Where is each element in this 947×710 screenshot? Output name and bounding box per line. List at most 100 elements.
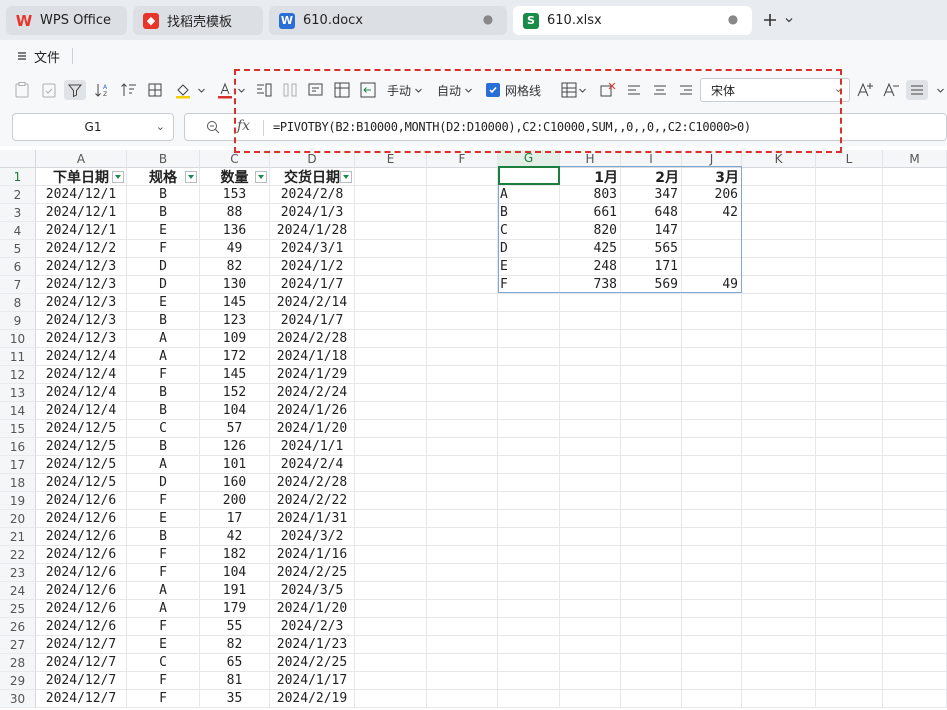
column-header-g[interactable]: G <box>498 150 560 168</box>
table-cell[interactable]: A <box>127 456 200 474</box>
table-cell[interactable]: 2024/3/1 <box>270 240 355 258</box>
pivot-row-label[interactable]: E <box>498 258 560 276</box>
table-cell[interactable]: 2024/1/3 <box>270 204 355 222</box>
filter-button[interactable] <box>64 80 86 100</box>
font-color-button[interactable] <box>214 80 236 100</box>
table-cell[interactable]: 145 <box>200 366 270 384</box>
pivot-value-cell[interactable]: 171 <box>621 258 682 276</box>
row-header[interactable]: 8 <box>0 294 36 312</box>
align-left-button[interactable] <box>624 80 644 100</box>
table-cell[interactable]: 2024/12/1 <box>36 186 127 204</box>
decrease-font-button[interactable] <box>881 80 901 100</box>
table-cell[interactable]: 145 <box>200 294 270 312</box>
table-cell[interactable]: 2024/12/6 <box>36 510 127 528</box>
table-cell[interactable]: 2024/2/24 <box>270 384 355 402</box>
table-cell[interactable]: 152 <box>200 384 270 402</box>
pivot-value-cell[interactable]: 738 <box>560 276 621 294</box>
row-header[interactable]: 22 <box>0 546 36 564</box>
table-cell[interactable]: 2024/12/6 <box>36 546 127 564</box>
row-header[interactable]: 26 <box>0 618 36 636</box>
column-header-f[interactable]: F <box>427 150 498 168</box>
table-cell[interactable]: C <box>127 420 200 438</box>
font-color-dropdown[interactable] <box>236 80 246 100</box>
row-header[interactable]: 25 <box>0 600 36 618</box>
row-header[interactable]: 5 <box>0 240 36 258</box>
row-header[interactable]: 4 <box>0 222 36 240</box>
table-cell[interactable]: B <box>127 438 200 456</box>
table-cell[interactable]: 2024/12/1 <box>36 222 127 240</box>
pivot-value-cell[interactable]: 248 <box>560 258 621 276</box>
table-cell[interactable]: 82 <box>200 258 270 276</box>
filter-dropdown-icon[interactable] <box>112 171 124 183</box>
row-header[interactable]: 28 <box>0 654 36 672</box>
table-cell[interactable]: F <box>127 564 200 582</box>
table-cell[interactable]: F <box>127 366 200 384</box>
table-cell[interactable]: 2024/2/28 <box>270 330 355 348</box>
table-cell[interactable]: E <box>127 222 200 240</box>
table-cell[interactable]: E <box>127 636 200 654</box>
tab-close-icon[interactable]: ● <box>728 12 738 26</box>
table-cell[interactable]: F <box>127 672 200 690</box>
row-header[interactable]: 1 <box>0 168 36 186</box>
table-cell[interactable]: 130 <box>200 276 270 294</box>
pivot-month-header[interactable]: 1月 <box>560 168 621 186</box>
row-header[interactable]: 11 <box>0 348 36 366</box>
filter-dropdown-icon[interactable] <box>255 171 267 183</box>
column-header-c[interactable]: C <box>200 150 270 168</box>
pivot-row-label[interactable]: D <box>498 240 560 258</box>
table-cell[interactable]: 2024/12/5 <box>36 420 127 438</box>
table-cell[interactable]: 136 <box>200 222 270 240</box>
row-header[interactable]: 10 <box>0 330 36 348</box>
row-header[interactable]: 27 <box>0 636 36 654</box>
column-header-a[interactable]: A <box>36 150 127 168</box>
table-cell[interactable]: 2024/1/16 <box>270 546 355 564</box>
name-box[interactable]: G1 ⌄ <box>12 113 174 141</box>
pivot-month-header[interactable]: 3月 <box>682 168 742 186</box>
pivot-value-cell[interactable]: 49 <box>682 276 742 294</box>
table-cell[interactable]: 2024/12/6 <box>36 582 127 600</box>
pivot-value-cell[interactable] <box>682 240 742 258</box>
align-right-button[interactable] <box>676 80 696 100</box>
table-cell[interactable]: 88 <box>200 204 270 222</box>
table-cell[interactable]: 104 <box>200 402 270 420</box>
increase-font-button[interactable] <box>855 80 875 100</box>
table-cell[interactable]: A <box>127 582 200 600</box>
table-cell[interactable]: 2024/2/8 <box>270 186 355 204</box>
table-cell[interactable]: B <box>127 384 200 402</box>
font-name-select[interactable]: 宋体 ⌄ <box>700 78 850 102</box>
table-cell[interactable]: 2024/12/4 <box>36 348 127 366</box>
table-cell[interactable]: 2024/1/23 <box>270 636 355 654</box>
paste-special-button[interactable] <box>38 80 60 100</box>
sort-descending-button[interactable] <box>118 80 140 100</box>
pivot-row-label[interactable]: F <box>498 276 560 294</box>
table-cell[interactable]: 2024/1/29 <box>270 366 355 384</box>
table-cell[interactable]: 2024/12/6 <box>36 528 127 546</box>
column-title-cell[interactable]: 下单日期 <box>36 168 127 186</box>
sort-ascending-button[interactable]: AZ <box>92 80 114 100</box>
row-header[interactable]: 14 <box>0 402 36 420</box>
fill-color-button[interactable] <box>172 80 194 100</box>
pivot-value-cell[interactable]: 425 <box>560 240 621 258</box>
table-cell[interactable]: 2024/12/3 <box>36 258 127 276</box>
table-cell[interactable]: 2024/2/19 <box>270 690 355 708</box>
table-cell[interactable]: 2024/3/5 <box>270 582 355 600</box>
select-all-corner[interactable] <box>0 150 36 168</box>
table-cell[interactable]: 126 <box>200 438 270 456</box>
row-header[interactable]: 7 <box>0 276 36 294</box>
table-cell[interactable]: 2024/1/2 <box>270 258 355 276</box>
table-cell[interactable]: 2024/1/18 <box>270 348 355 366</box>
function-icon[interactable]: fx <box>237 118 250 134</box>
worksheet-grid[interactable]: A B C D E F G H I J K L M 1 2 3 4 5 6 7 8 9 10 11 12 13 14 15 16 17 18… <box>0 146 947 710</box>
data-validation-button[interactable] <box>332 80 352 100</box>
table-cell[interactable]: 2024/12/4 <box>36 366 127 384</box>
column-title-cell[interactable]: 交货日期 <box>270 168 355 186</box>
table-cell[interactable]: 2024/12/7 <box>36 672 127 690</box>
tab-610-xlsx[interactable]: S 610.xlsx ● <box>513 6 752 35</box>
table-cell[interactable]: 55 <box>200 618 270 636</box>
pivot-value-cell[interactable]: 820 <box>560 222 621 240</box>
table-cell[interactable]: 2024/1/7 <box>270 312 355 330</box>
tab-docer-templates[interactable]: ◆ 找稻壳模板 <box>133 6 263 35</box>
table-cell[interactable]: 2024/12/6 <box>36 618 127 636</box>
pivot-value-cell[interactable] <box>682 222 742 240</box>
table-cell[interactable]: F <box>127 240 200 258</box>
